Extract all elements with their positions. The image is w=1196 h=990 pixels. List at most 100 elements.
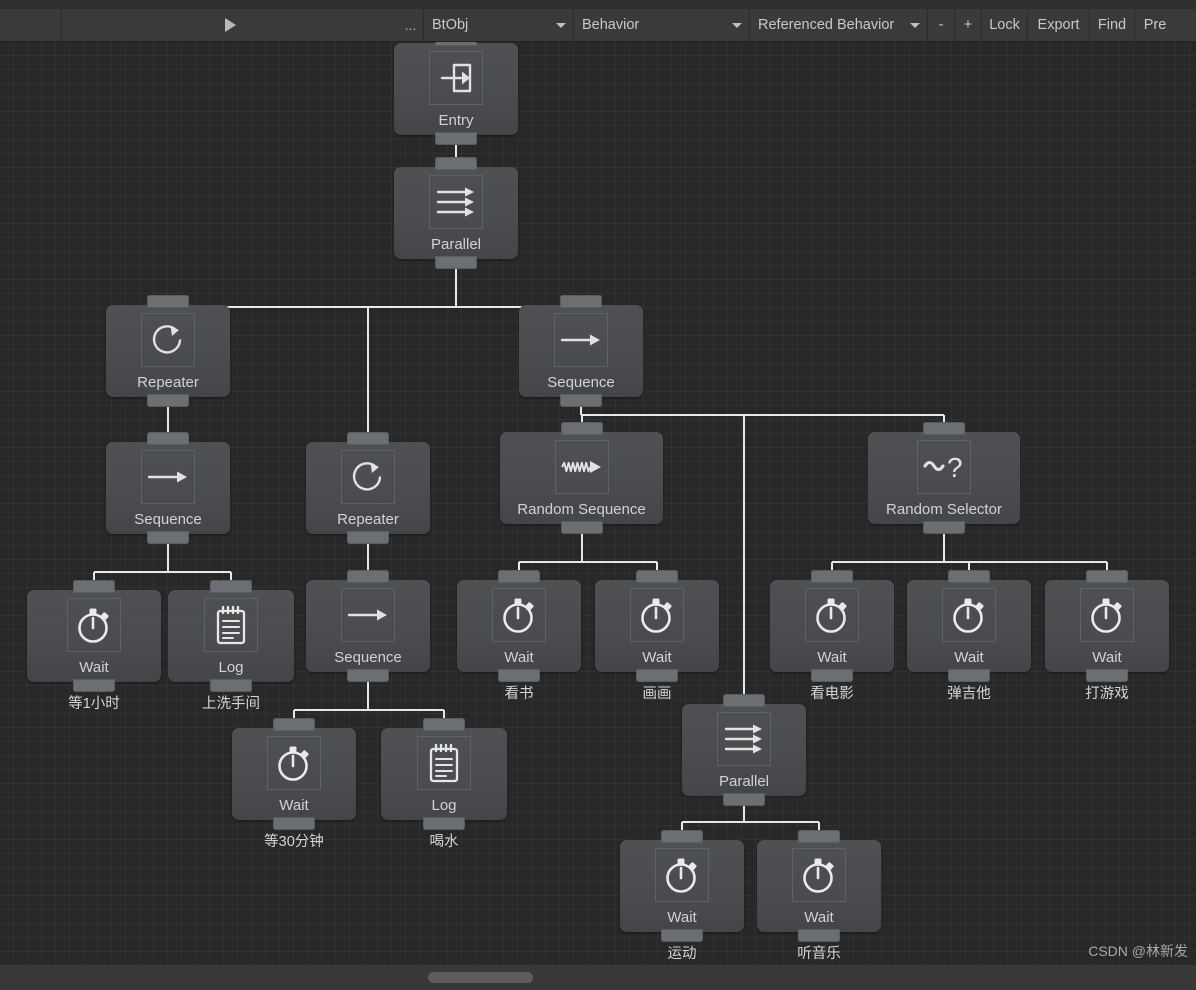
node-output-tab[interactable]	[435, 132, 477, 145]
node-wait5[interactable]: Wait	[770, 580, 894, 672]
node-input-tab[interactable]	[347, 570, 389, 583]
node-input-tab[interactable]	[561, 422, 603, 435]
node-wait2[interactable]: Wait	[232, 728, 356, 820]
btobj-dropdown[interactable]: BtObj	[424, 9, 574, 41]
node-output-tab[interactable]	[723, 793, 765, 806]
node-output-tab[interactable]	[798, 929, 840, 942]
node-input-tab[interactable]	[147, 432, 189, 445]
zoom-in-button[interactable]: +	[955, 9, 982, 41]
node-label: Entry	[394, 112, 518, 130]
node-output-tab[interactable]	[923, 521, 965, 534]
node-wait4[interactable]: Wait	[595, 580, 719, 672]
node-output-tab[interactable]	[560, 394, 602, 407]
node-label: Wait	[620, 909, 744, 927]
connector-line	[818, 822, 820, 830]
node-output-tab[interactable]	[661, 929, 703, 942]
parallel-icon	[717, 712, 771, 766]
repeater-icon	[341, 450, 395, 504]
stopwatch-icon	[805, 588, 859, 642]
play-button[interactable]	[62, 9, 398, 41]
node-output-tab[interactable]	[811, 669, 853, 682]
node-output-tab[interactable]	[636, 669, 678, 682]
horizontal-scrollbar[interactable]	[0, 964, 1196, 990]
node-wait3[interactable]: Wait	[457, 580, 581, 672]
overflow-menu-button[interactable]: ...	[398, 9, 424, 41]
node-input-tab[interactable]	[435, 157, 477, 170]
node-sequence2[interactable]: Sequence	[306, 580, 430, 672]
node-log1[interactable]: Log	[168, 590, 294, 682]
node-input-tab[interactable]	[423, 718, 465, 731]
node-output-tab[interactable]	[73, 679, 115, 692]
zoom-out-button[interactable]: -	[928, 9, 955, 41]
node-input-tab[interactable]	[948, 570, 990, 583]
node-label: Random Sequence	[500, 501, 663, 519]
node-sequence1[interactable]: Sequence	[106, 442, 230, 534]
node-label: Wait	[757, 909, 881, 927]
node-output-tab[interactable]	[147, 531, 189, 544]
node-repeater2[interactable]: Repeater	[306, 442, 430, 534]
node-output-tab[interactable]	[273, 817, 315, 830]
node-input-tab[interactable]	[811, 570, 853, 583]
node-output-tab[interactable]	[147, 394, 189, 407]
node-log2[interactable]: Log	[381, 728, 507, 820]
node-input-tab[interactable]	[1086, 570, 1128, 583]
node-output-tab[interactable]	[347, 531, 389, 544]
node-caption: 弹吉他	[947, 682, 991, 703]
node-input-tab[interactable]	[661, 830, 703, 843]
connector-line	[682, 821, 819, 823]
node-input-tab[interactable]	[273, 718, 315, 731]
node-input-tab[interactable]	[798, 830, 840, 843]
node-wait6[interactable]: Wait	[907, 580, 1031, 672]
preferences-button[interactable]: Pre	[1135, 9, 1175, 41]
node-output-tab[interactable]	[1086, 669, 1128, 682]
repeater-icon	[141, 313, 195, 367]
node-input-tab[interactable]	[636, 570, 678, 583]
node-wait8[interactable]: Wait	[620, 840, 744, 932]
connector-line	[968, 562, 970, 570]
node-output-tab[interactable]	[498, 669, 540, 682]
stopwatch-icon	[492, 588, 546, 642]
scrollbar-thumb[interactable]	[428, 972, 533, 983]
node-input-tab[interactable]	[723, 694, 765, 707]
notepad-icon	[417, 736, 471, 790]
referenced-behavior-dropdown[interactable]: Referenced Behavior	[750, 9, 928, 41]
node-repeater1[interactable]: Repeater	[106, 305, 230, 397]
lock-button[interactable]: Lock	[982, 9, 1028, 41]
node-wait7[interactable]: Wait	[1045, 580, 1169, 672]
node-wait1[interactable]: Wait	[27, 590, 161, 682]
node-input-tab[interactable]	[347, 432, 389, 445]
export-button[interactable]: Export	[1028, 9, 1090, 41]
node-parallel1[interactable]: Parallel	[394, 167, 518, 259]
node-input-tab[interactable]	[560, 295, 602, 308]
node-randsel[interactable]: ?Random Selector	[868, 432, 1020, 524]
sequence-icon	[141, 450, 195, 504]
node-input-tab[interactable]	[435, 42, 477, 46]
connector-line	[831, 562, 833, 570]
stopwatch-icon	[630, 588, 684, 642]
node-input-tab[interactable]	[147, 295, 189, 308]
node-input-tab[interactable]	[923, 422, 965, 435]
parallel-icon	[429, 175, 483, 229]
node-output-tab[interactable]	[561, 521, 603, 534]
node-output-tab[interactable]	[948, 669, 990, 682]
node-entry[interactable]: Entry	[394, 43, 518, 135]
node-output-tab[interactable]	[435, 256, 477, 269]
node-input-tab[interactable]	[210, 580, 252, 593]
behavior-tree-canvas[interactable]: Entry Parallel Repeater Sequence Wait	[0, 42, 1196, 964]
node-randseq[interactable]: Random Sequence	[500, 432, 663, 524]
connector-line	[582, 414, 945, 416]
node-caption: 等30分钟	[264, 830, 324, 851]
node-input-tab[interactable]	[73, 580, 115, 593]
find-button[interactable]: Find	[1090, 9, 1135, 41]
node-output-tab[interactable]	[210, 679, 252, 692]
chevron-down-icon	[556, 23, 566, 28]
node-output-tab[interactable]	[423, 817, 465, 830]
zoom-out-label: -	[939, 17, 944, 33]
node-parallel2[interactable]: Parallel	[682, 704, 806, 796]
node-input-tab[interactable]	[498, 570, 540, 583]
node-wait9[interactable]: Wait	[757, 840, 881, 932]
node-sequence3[interactable]: Sequence	[519, 305, 643, 397]
behavior-dropdown[interactable]: Behavior	[574, 9, 750, 41]
node-output-tab[interactable]	[347, 669, 389, 682]
sequence-icon	[554, 313, 608, 367]
